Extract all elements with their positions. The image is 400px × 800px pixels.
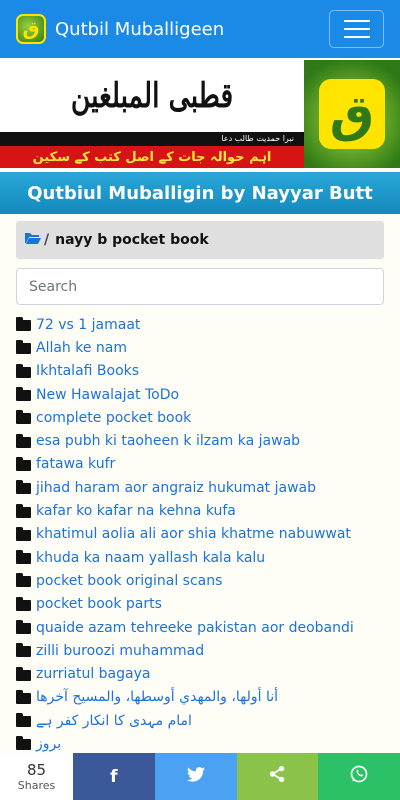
brand-title[interactable]: Qutbil Muballigeen [55,19,329,40]
hamburger-line [343,36,370,38]
banner-small-text: نبرا حمدیت طالب دعا [221,134,294,143]
folder-icon [16,620,31,634]
banner-title: قطبی المبلغین [70,76,234,116]
folder-item[interactable]: pocket book parts [16,593,384,616]
folder-link[interactable]: jihad haram aor angraiz hukumat jawab [36,480,316,496]
folder-icon [16,317,31,332]
folder-icon [16,456,31,471]
share-button[interactable] [236,753,319,800]
folder-item[interactable]: Ikhtalafi Books [16,360,384,383]
site-title: Qutbiul Muballigin by Nayyar Butt [0,172,400,214]
folder-icon [16,526,31,541]
folder-link[interactable]: pocket book original scans [36,573,222,589]
folder-item[interactable]: jihad haram aor angraiz hukumat jawab [16,476,384,499]
folder-link[interactable]: esa pubh ki taoheen k ilzam ka jawab [36,433,300,449]
folder-icon [16,340,31,355]
hamburger-line [343,28,370,30]
folder-item[interactable]: complete pocket book [16,406,384,429]
share-count-number: 85 [26,761,47,779]
folder-icon [16,573,31,588]
folder-item[interactable]: امام مہدی کا انکار کفر ہے [16,709,384,732]
folder-item[interactable]: أنا أولها، والمهدي أوسطها، والمسيح آخرها [16,686,384,709]
folder-icon [16,550,31,565]
folder-link[interactable]: New Hawalajat ToDo [36,387,179,403]
menu-toggle-button[interactable] [329,10,384,48]
folder-icon [16,387,31,402]
folder-icon [16,596,31,611]
folder-icon [16,736,31,751]
folder-icon [16,410,31,425]
folder-link[interactable]: pocket book parts [36,596,162,612]
folder-link[interactable]: Allah ke nam [36,340,127,356]
folder-icon [16,433,31,448]
folder-icon [16,480,31,495]
folder-item[interactable]: esa pubh ki taoheen k ilzam ka jawab [16,429,384,452]
banner-subtitle: اہم حوالہ جات کے اصل کتب کے سکین [0,146,304,168]
folder-link[interactable]: kafar ko kafar na kehna kufa [36,503,236,519]
twitter-share-button[interactable] [154,753,237,800]
folder-item[interactable]: kafar ko kafar na kehna kufa [16,499,384,522]
top-navbar: ق Qutbil Muballigeen [0,0,400,58]
breadcrumb-current: nayy b pocket book [55,232,209,248]
hamburger-line [343,20,370,22]
folder-link[interactable]: zurriatul bagaya [36,666,150,682]
folder-item[interactable]: New Hawalajat ToDo [16,383,384,406]
folder-item[interactable]: zilli buroozi muhammad [16,639,384,662]
folder-icon [16,643,31,658]
folder-icon [16,363,31,378]
folder-link[interactable]: fatawa kufr [36,456,115,472]
folder-item[interactable]: 72 vs 1 jamaat [16,313,384,336]
breadcrumb-separator: / [44,232,50,248]
folder-link[interactable]: 72 vs 1 jamaat [36,317,140,333]
twitter-icon [186,766,205,787]
folder-link[interactable]: امام مہدی کا انکار کفر ہے [36,713,192,729]
breadcrumb: / nayy b pocket book [16,221,384,259]
folder-item[interactable]: fatawa kufr [16,453,384,476]
folder-link[interactable]: أنا أولها، والمهدي أوسطها، والمسيح آخرها [36,689,278,705]
folder-link[interactable]: khuda ka naam yallash kala kalu [36,550,265,566]
folder-open-icon[interactable] [24,231,42,249]
folder-item[interactable]: quaide azam tehreeke pakistan aor deoban… [16,616,384,639]
whatsapp-icon [349,764,369,789]
share-count-label: Shares [17,779,56,792]
folder-icon [16,713,31,728]
folder-item[interactable]: pocket book original scans [16,569,384,592]
folder-icon [16,666,31,681]
folder-item[interactable]: khatimul aolia ali aor shia khatme nabuw… [16,523,384,546]
banner-logo-icon: ق [319,79,385,149]
whatsapp-share-button[interactable] [318,753,400,800]
share-bar: 85 Shares f [0,753,400,800]
folder-list: 72 vs 1 jamaat Allah ke nam Ikhtalafi Book… [16,313,384,756]
banner-title-area: قطبی المبلغین [0,60,304,132]
share-count: 85 Shares [0,753,73,800]
folder-link[interactable]: quaide azam tehreeke pakistan aor deoban… [36,620,354,636]
folder-link[interactable]: zilli buroozi muhammad [36,643,204,659]
folder-icon [16,689,31,704]
folder-link[interactable]: Ikhtalafi Books [36,363,139,379]
banner-strip: نبرا حمدیت طالب دعا اہم حوالہ جات کے اصل… [0,132,304,168]
facebook-share-button[interactable]: f [73,753,155,800]
folder-link[interactable]: khatimul aolia ali aor shia khatme nabuw… [36,526,351,542]
folder-icon [16,503,31,518]
search-input[interactable] [16,268,384,305]
header-banner: قطبی المبلغین نبرا حمدیت طالب دعا اہم حو… [0,60,400,168]
folder-item[interactable]: khuda ka naam yallash kala kalu [16,546,384,569]
folder-item[interactable]: zurriatul bagaya [16,662,384,685]
folder-item[interactable]: Allah ke nam [16,336,384,359]
banner-logo: ق [304,60,400,168]
share-icon [268,765,286,788]
folder-link[interactable]: بروز [36,736,61,752]
facebook-icon: f [110,766,118,787]
site-logo-icon[interactable]: ق [16,14,46,44]
folder-link[interactable]: complete pocket book [36,410,191,426]
